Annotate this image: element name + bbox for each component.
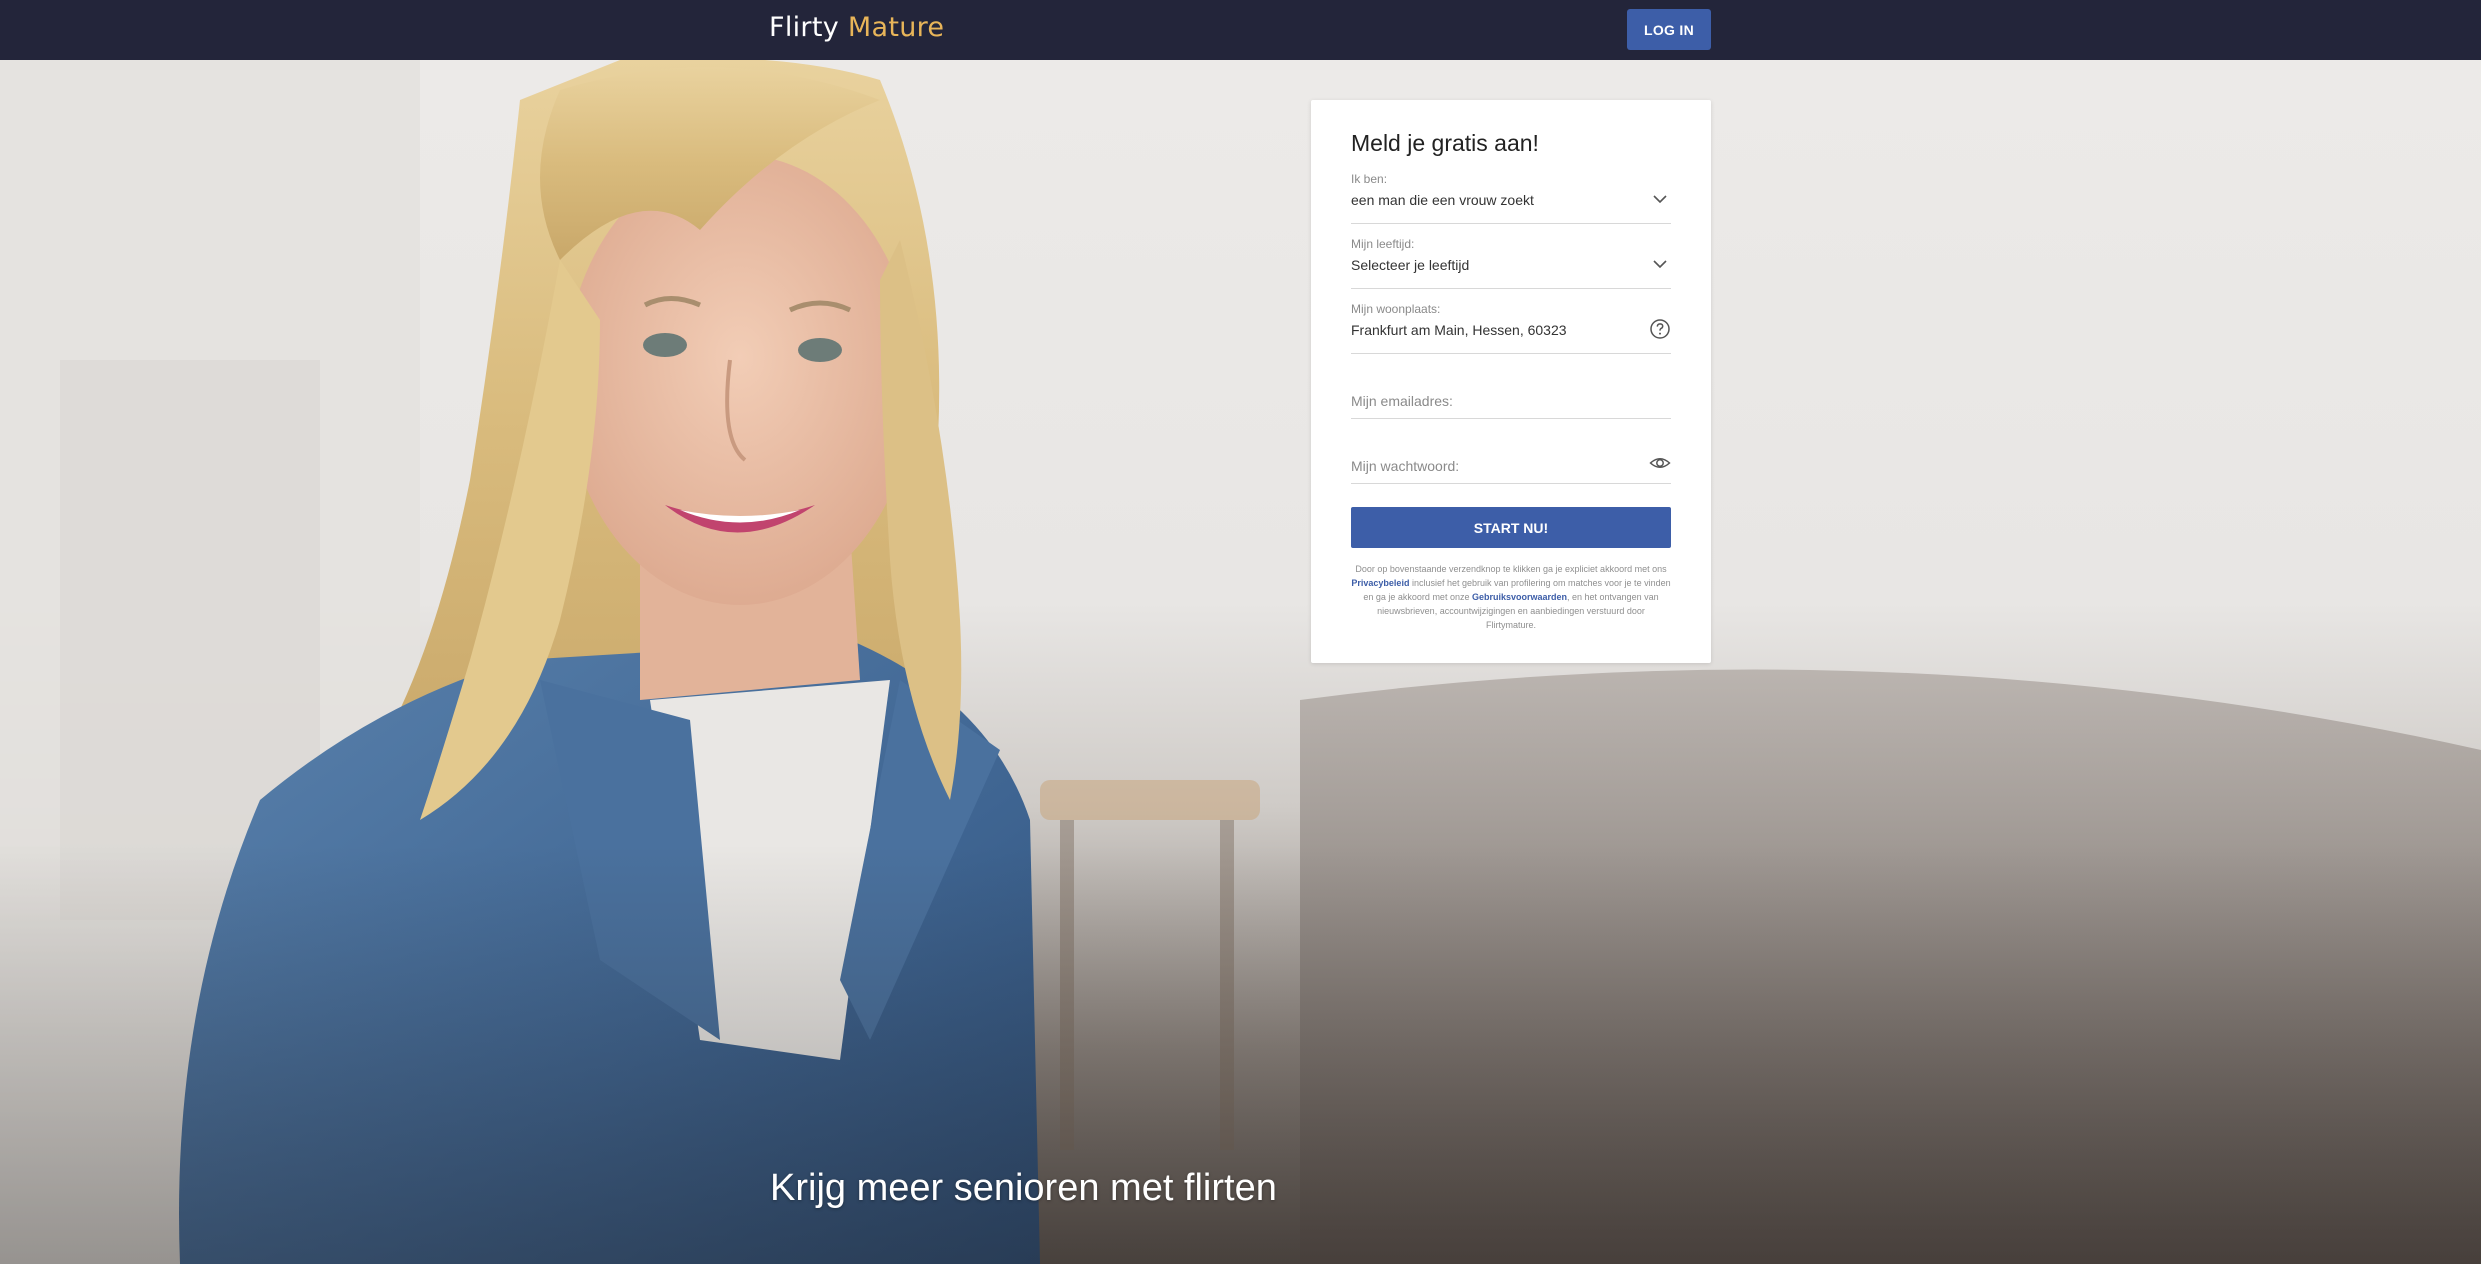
location-value: Frankfurt am Main, Hessen, 60323	[1351, 322, 1567, 338]
privacy-policy-link[interactable]: Privacybeleid	[1351, 578, 1409, 588]
age-value: Selecteer je leeftijd	[1351, 257, 1470, 273]
eye-icon[interactable]	[1649, 452, 1671, 474]
logo-text-flirty: Flirty	[769, 12, 848, 43]
eye-right	[798, 338, 842, 362]
signup-title: Meld je gratis aan!	[1351, 130, 1539, 156]
signup-card: Meld je gratis aan! Ik ben: een man die …	[1311, 100, 1711, 663]
login-button[interactable]: LOG IN	[1627, 9, 1711, 50]
location-label: Mijn woonplaats:	[1351, 302, 1441, 316]
hero-tagline: Krijg meer senioren met flirten	[770, 1167, 1277, 1209]
chevron-down-icon[interactable]	[1649, 188, 1671, 210]
gender-value: een man die een vrouw zoekt	[1351, 192, 1534, 208]
site-logo[interactable]: Flirty Mature	[769, 10, 944, 46]
help-icon[interactable]	[1649, 318, 1671, 340]
email-field[interactable]: Mijn emailadres:	[1351, 367, 1671, 419]
password-field[interactable]: Mijn wachtwoord:	[1351, 432, 1671, 484]
gender-select[interactable]: Ik ben: een man die een vrouw zoekt	[1351, 172, 1671, 224]
logo-text-mature: Mature	[847, 12, 945, 43]
location-field[interactable]: Mijn woonplaats: Frankfurt am Main, Hess…	[1351, 302, 1671, 354]
chevron-down-icon[interactable]	[1649, 253, 1671, 275]
age-select[interactable]: Mijn leeftijd: Selecteer je leeftijd	[1351, 237, 1671, 289]
age-label: Mijn leeftijd:	[1351, 237, 1415, 251]
start-now-button[interactable]: START NU!	[1351, 507, 1671, 548]
legal-notice: Door op bovenstaande verzendknop te klik…	[1351, 562, 1671, 632]
email-placeholder: Mijn emailadres:	[1351, 393, 1453, 409]
background-stool-seat	[1040, 780, 1260, 820]
hero-section: Krijg meer senioren met flirten	[0, 60, 2481, 1264]
gender-label: Ik ben:	[1351, 172, 1388, 186]
top-navigation-bar: Flirty Mature LOG IN	[0, 0, 2481, 60]
legal-text-part1: Door op bovenstaande verzendknop te klik…	[1355, 564, 1667, 574]
face	[565, 155, 915, 605]
terms-of-use-link[interactable]: Gebruiksvoorwaarden	[1472, 592, 1567, 602]
password-placeholder: Mijn wachtwoord:	[1351, 458, 1460, 474]
eye-left	[643, 333, 687, 357]
